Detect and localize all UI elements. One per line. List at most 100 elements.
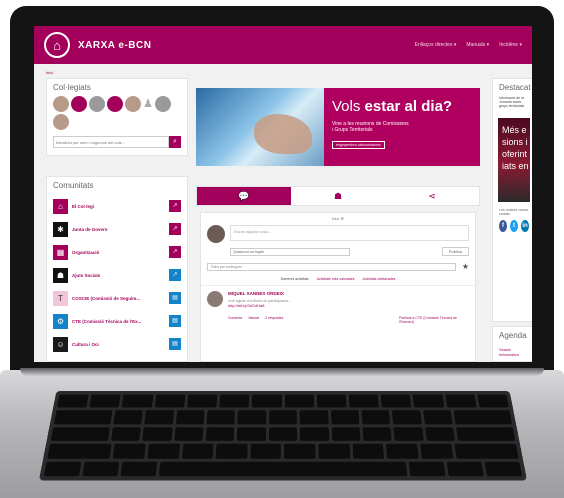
agenda-title: Agenda xyxy=(499,331,527,340)
filter-tabs: Darreres activitats Activitats més valor… xyxy=(201,273,475,286)
post-input[interactable]: Escriu alguna cosa... xyxy=(230,225,469,241)
external-link-icon[interactable]: ↗ xyxy=(169,223,181,235)
gear-icon: ⚙ xyxy=(53,313,68,329)
community-label[interactable]: El Col·legi xyxy=(72,204,169,209)
brand-title[interactable]: XARXA e-BCN xyxy=(78,40,151,51)
nav-item-enllacos[interactable]: Enllaços directes ▾ xyxy=(415,42,457,48)
destacat-text[interactable]: Informació de la Jornada sobre grups ter… xyxy=(493,96,532,108)
avatar[interactable] xyxy=(207,291,223,307)
share-icon: ⋖ xyxy=(428,190,436,201)
list-item[interactable]: ☗ Ajuts Socials ↗ xyxy=(53,265,181,285)
list-item[interactable]: ☺ Cultura i Oci ▤ xyxy=(53,334,181,354)
community-label[interactable]: Ajuts Socials xyxy=(72,273,169,278)
top-navbar: ⌂ XARXA e-BCN Enllaços directes ▾ Manual… xyxy=(34,26,532,64)
tab-groups[interactable]: ☗ xyxy=(291,187,385,205)
filter-row: Filtra per continguts ★ xyxy=(201,256,475,273)
agenda-item[interactable]: Sessió Informativa xyxy=(493,344,532,360)
tab-recent[interactable]: Darreres activitats xyxy=(281,277,309,281)
entry-body: MIQUEL SANNES ORDEIX Vull agrair a totho… xyxy=(228,291,469,324)
open-icon[interactable]: ▤ xyxy=(169,338,181,350)
avatar[interactable] xyxy=(53,96,69,112)
avatar[interactable] xyxy=(53,114,69,130)
featured-video[interactable]: Més e sions i g oferint m iats en l xyxy=(498,118,532,202)
comunitats-list: ⌂ El Col·legi ↗ ✱ Junta de Govern ↗ ▦ Or… xyxy=(47,194,187,359)
colegiats-panel: Col·legiats ♟ ⌕ xyxy=(46,78,188,156)
breadcrumb[interactable]: Inici xyxy=(46,70,53,75)
banner-url[interactable]: enginyersbcn.cat/comissions xyxy=(332,141,385,149)
entry-link[interactable]: http://bit.ly/2bG4Ha8 xyxy=(228,303,469,308)
entry-actions: Comenta Valorar 2 respostes Publicat a C… xyxy=(228,316,469,324)
avatar[interactable] xyxy=(155,96,171,112)
laptop-keyboard xyxy=(38,390,528,481)
publish-button[interactable]: Publica xyxy=(441,247,469,256)
community-label[interactable]: Cultura i Oci xyxy=(72,342,169,347)
linkedin-icon[interactable]: in xyxy=(521,220,529,232)
list-item[interactable]: ✱ Junta de Govern ↗ xyxy=(53,219,181,239)
tab-messages[interactable]: 💬 xyxy=(197,187,291,205)
entry-author[interactable]: MIQUEL SANNES ORDEIX xyxy=(228,291,469,296)
list-item[interactable]: T COSCIE (Comissió de Seguim... ▤ xyxy=(53,288,181,308)
smile-icon: ☺ xyxy=(53,336,68,352)
people-icon: ☗ xyxy=(53,267,68,283)
replies-link[interactable]: 2 respostes xyxy=(265,316,283,324)
nav-item-manuals[interactable]: Manuals ▾ xyxy=(466,42,489,48)
feed-entry: MIQUEL SANNES ORDEIX Vull agrair a totho… xyxy=(201,286,475,329)
rate-link[interactable]: Valorar xyxy=(248,316,259,324)
external-link-icon[interactable]: ↗ xyxy=(169,246,181,258)
agenda-panel: Agenda Sessió Informativa xyxy=(492,326,532,362)
audience-select[interactable]: Qualsevol col·legiat xyxy=(230,247,350,256)
colegiats-search-input[interactable] xyxy=(53,136,169,148)
activity-tabs: 💬 ☗ ⋖ xyxy=(196,186,480,206)
community-label[interactable]: Organització xyxy=(72,250,169,255)
laptop-screen: ⌂ XARXA e-BCN Enllaços directes ▾ Manual… xyxy=(34,26,532,362)
published-in[interactable]: Publicat a CTE (Comissió Tècnica de l'Ex… xyxy=(399,316,469,324)
avatar[interactable] xyxy=(125,96,141,112)
social-links: f t in xyxy=(493,218,532,234)
grid-icon: ▦ xyxy=(53,244,68,260)
nav-item-incidencies[interactable]: Incidène ▾ xyxy=(499,42,522,48)
community-label[interactable]: CTE (Comissió Tècnica de l'Ex... xyxy=(72,319,169,324)
comment-link[interactable]: Comenta xyxy=(228,316,242,324)
avatar[interactable] xyxy=(71,96,87,112)
home-icon: ⌂ xyxy=(53,198,68,214)
open-icon[interactable]: ▤ xyxy=(169,315,181,327)
list-item[interactable]: ⚙ CTE (Comissió Tècnica de l'Ex... ▤ xyxy=(53,311,181,331)
comunitats-title: Comunitats xyxy=(53,181,94,190)
promo-banner[interactable]: Vols estar al dia? Vine a les reunions d… xyxy=(196,88,480,166)
post-composer: Escriu alguna cosa... xyxy=(201,221,475,247)
main-nav: Enllaços directes ▾ Manuals ▾ Incidène ▾ xyxy=(415,42,522,48)
community-label[interactable]: Junta de Govern xyxy=(72,227,169,232)
star-burst-icon: ✱ xyxy=(53,221,68,237)
member-avatars: ♟ xyxy=(47,96,177,130)
destacat-title: Destacat xyxy=(499,83,531,92)
list-item[interactable]: ⌂ El Col·legi ↗ xyxy=(53,196,181,216)
avatar[interactable] xyxy=(107,96,123,112)
banner-text: Vols estar al dia? Vine a les reunions d… xyxy=(324,88,480,166)
avatar[interactable] xyxy=(89,96,105,112)
laptop-hinge xyxy=(20,368,544,376)
comunitats-panel: Comunitats ⌂ El Col·legi ↗ ✱ Junta de Go… xyxy=(46,176,188,362)
community-label[interactable]: COSCIE (Comissió de Seguim... xyxy=(72,296,169,301)
social-caption: Les nostres xarxes socials xyxy=(499,208,529,216)
open-icon[interactable]: ▤ xyxy=(169,292,181,304)
filter-input[interactable]: Filtra per continguts xyxy=(207,262,456,271)
person-icon: ♟ xyxy=(143,98,153,110)
external-link-icon[interactable]: ↗ xyxy=(169,200,181,212)
logo-icon[interactable]: ⌂ xyxy=(44,32,70,58)
external-link-icon[interactable]: ↗ xyxy=(169,269,181,281)
tab-share[interactable]: ⋖ xyxy=(385,187,479,205)
star-icon[interactable]: ★ xyxy=(462,262,469,271)
post-controls: Qualsevol col·legiat Publica xyxy=(201,247,475,256)
search-icon[interactable]: ⌕ xyxy=(169,136,181,148)
list-item[interactable]: ▦ Organització ↗ xyxy=(53,242,181,262)
feed-header: Inici ⚙ xyxy=(332,216,344,221)
tool-icon: T xyxy=(53,290,68,306)
facebook-icon[interactable]: f xyxy=(499,220,507,232)
colegiats-title: Col·legiats xyxy=(53,83,91,92)
tab-top-rated[interactable]: Activitats més valorades xyxy=(317,277,355,281)
destacat-panel: Destacat Informació de la Jornada sobre … xyxy=(492,78,532,322)
banner-title: Vols estar al dia? xyxy=(332,98,453,115)
tab-featured[interactable]: Activitats destacades xyxy=(363,277,396,281)
group-icon: ☗ xyxy=(333,190,343,201)
twitter-icon[interactable]: t xyxy=(510,220,518,232)
